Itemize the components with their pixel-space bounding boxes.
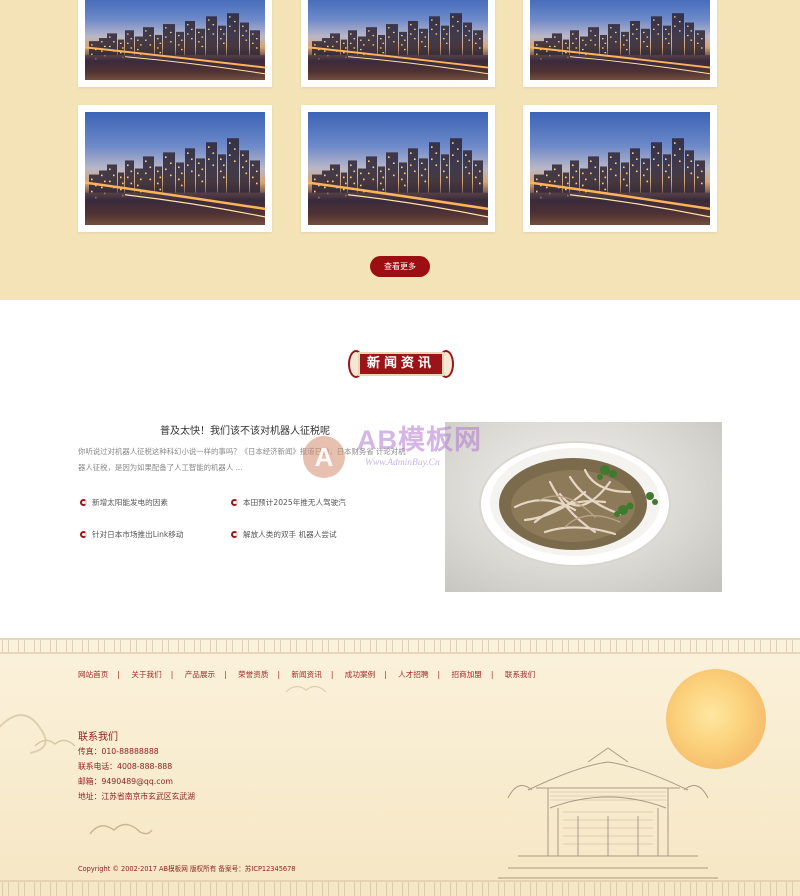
city-skyline-photo: [85, 0, 265, 80]
gallery-item[interactable]: [523, 105, 717, 232]
news-list-item[interactable]: 针对日本市场推出Link移动: [80, 529, 184, 540]
news-section-title: 新闻资讯: [346, 348, 456, 380]
bullet-icon: [80, 531, 87, 538]
temple-illustration: [498, 747, 718, 879]
contact-phone: 联系电话：4008-888-888: [78, 762, 173, 771]
cloud-ornament-icon: [89, 823, 153, 835]
footer-link[interactable]: 关于我们: [131, 670, 161, 679]
cloud-ornament-icon: [285, 685, 327, 693]
copyright: Copyright © 2002-2017 AB模板网 版权所有 备案号：苏IC…: [78, 865, 296, 873]
section-title-text: 新闻资讯: [358, 352, 444, 376]
news-list-item[interactable]: 解放人类的双手 机器人尝试: [231, 529, 337, 540]
news-headline[interactable]: 普及太快！我们该不该对机器人征税呢: [78, 422, 412, 437]
bullet-icon: [231, 531, 238, 538]
news-summary: 你听说过对机器人征税这种科幻小说一样的事吗？《日本经济新闻》报道日前，日本财务省…: [78, 447, 406, 472]
gallery-item[interactable]: [301, 0, 495, 87]
noodle-soup-photo[interactable]: [445, 422, 722, 592]
fret-border: [0, 880, 800, 896]
footer-link[interactable]: 招商加盟: [452, 670, 482, 679]
footer-link[interactable]: 网站首页: [78, 670, 108, 679]
news-list-item[interactable]: 新增太阳能发电的因素: [80, 497, 168, 508]
city-skyline-photo: [530, 112, 710, 225]
footer: 网站首页 | 关于我们 | 产品展示 | 荣誉资质 | 新闻资讯 | 成功案例 | 人才招聘…: [0, 638, 800, 896]
gallery-item[interactable]: [78, 105, 272, 232]
gallery-item[interactable]: [523, 0, 717, 87]
bullet-icon: [80, 499, 87, 506]
contact-fax: 传真：010-88888888: [78, 747, 159, 756]
footer-link[interactable]: 新闻资讯: [291, 670, 321, 679]
footer-link[interactable]: 成功案例: [345, 670, 375, 679]
gallery-item[interactable]: [301, 105, 495, 232]
footer-link[interactable]: 人才招聘: [398, 670, 428, 679]
contact-email: 邮箱：9490489@qq.com: [78, 777, 173, 786]
footer-link[interactable]: 联系我们: [505, 670, 535, 679]
contact-title: 联系我们: [78, 732, 118, 743]
product-gallery: 查看更多: [0, 0, 800, 300]
footer-link[interactable]: 产品展示: [185, 670, 215, 679]
gallery-item[interactable]: [78, 0, 272, 87]
city-skyline-photo: [308, 112, 488, 225]
contact-address: 地址：江苏省南京市玄武区玄武湖: [78, 792, 195, 801]
city-skyline-photo: [85, 112, 265, 225]
bullet-icon: [231, 499, 238, 506]
footer-nav: 网站首页 | 关于我们 | 产品展示 | 荣誉资质 | 新闻资讯 | 成功案例 | 人才招聘…: [78, 670, 536, 679]
footer-link[interactable]: 荣誉资质: [238, 670, 268, 679]
city-skyline-photo: [308, 0, 488, 80]
view-more-button[interactable]: 查看更多: [370, 256, 430, 277]
city-skyline-photo: [530, 0, 710, 80]
news-list-item[interactable]: 本田预计2025年推无人驾驶汽: [231, 497, 346, 508]
fret-border: [0, 638, 800, 654]
